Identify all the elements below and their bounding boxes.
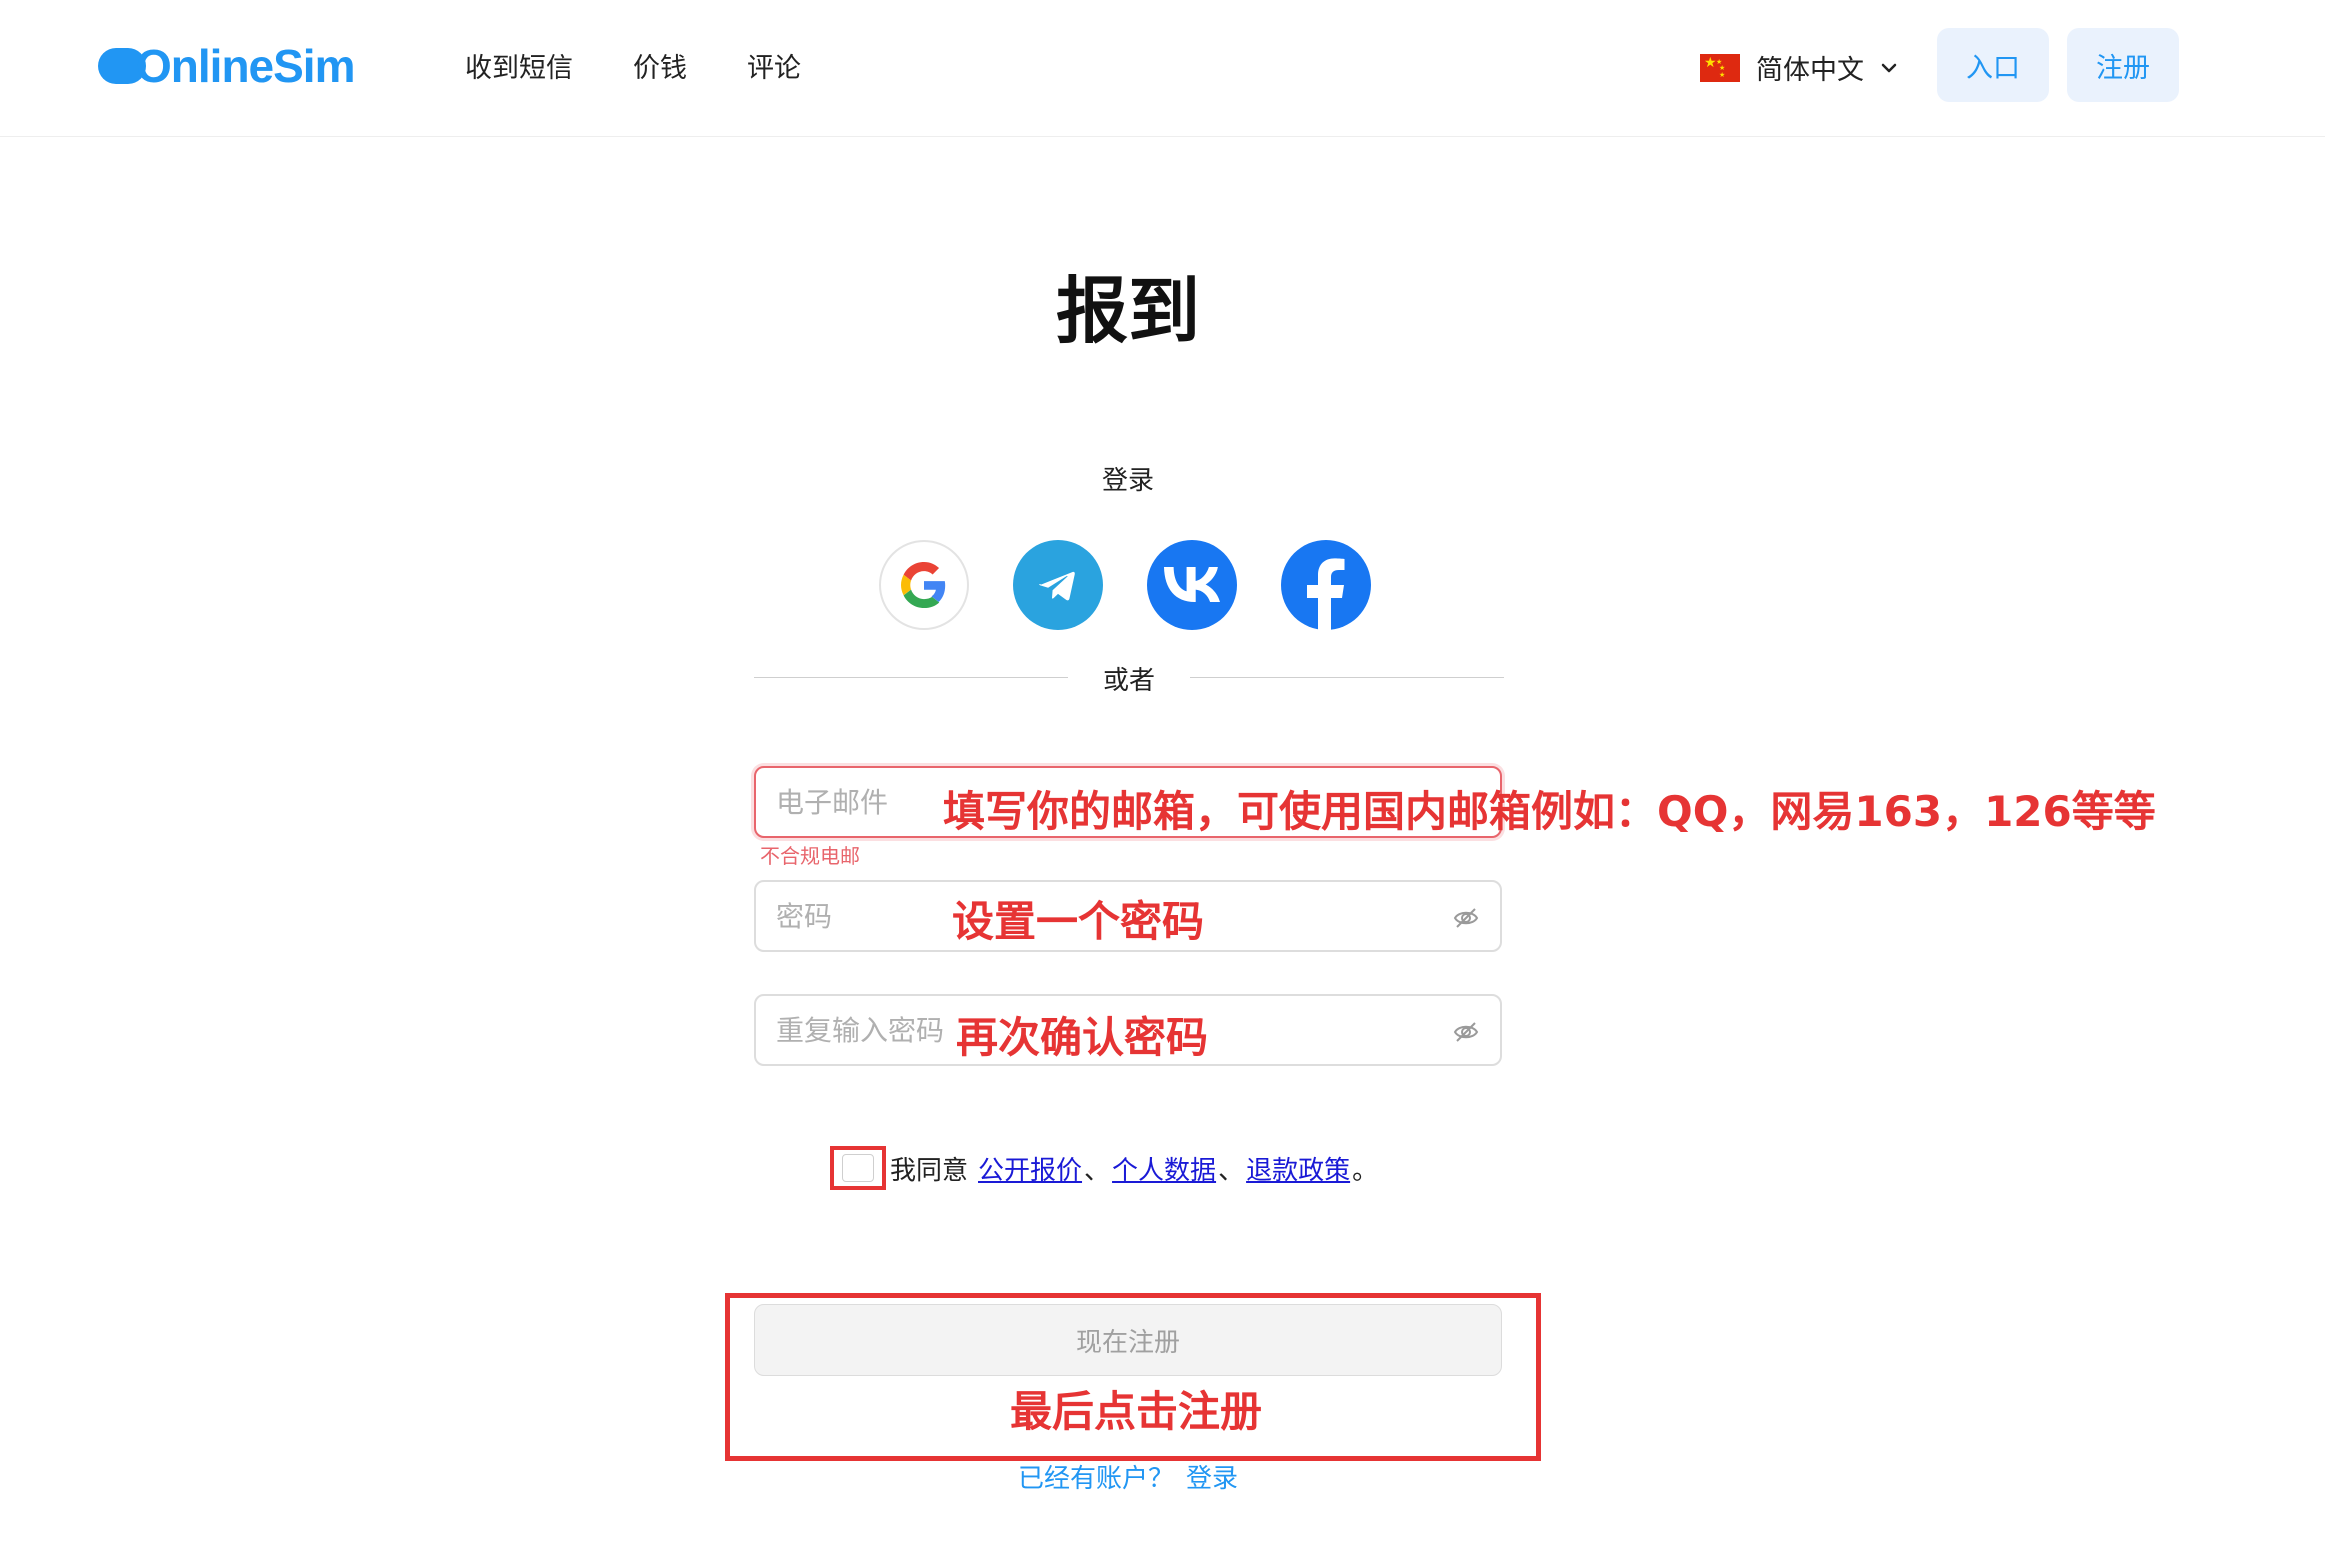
refund-policy-link[interactable]: 退款政策 — [1246, 1150, 1350, 1187]
nav-item-prices[interactable]: 价钱 — [633, 46, 687, 85]
register-now-button[interactable]: 现在注册 — [754, 1304, 1502, 1376]
vk-icon — [1164, 567, 1220, 602]
annotation-submit-note: 最后点击注册 — [1010, 1387, 1263, 1436]
have-account-row: 已经有账户？ 登录 — [0, 1458, 2256, 1495]
facebook-login-button[interactable] — [1281, 540, 1371, 630]
annotation-repeat-note: 再次确认密码 — [956, 1013, 1209, 1062]
google-icon — [901, 562, 946, 608]
nav-item-reviews[interactable]: 评论 — [747, 46, 801, 85]
divider-left — [754, 677, 1068, 678]
facebook-icon — [1307, 558, 1345, 630]
vk-login-button[interactable] — [1147, 540, 1237, 630]
telegram-login-button[interactable] — [1013, 540, 1103, 630]
login-link[interactable]: 登录 — [1186, 1464, 1238, 1494]
divider-right — [1190, 677, 1504, 678]
eye-off-icon[interactable] — [1452, 904, 1480, 932]
separator: 、 — [1084, 1155, 1111, 1186]
page: OnlineSim 收到短信 价钱 评论 ★ ★ ★ ★ 简体中文 入口 注册 … — [0, 0, 2325, 1563]
logo-text: OnlineSim — [136, 40, 355, 92]
checkbox-square — [842, 1154, 874, 1182]
china-flag-icon: ★ ★ ★ ★ — [1700, 53, 1740, 82]
language-label: 简体中文 — [1756, 55, 1864, 86]
have-account-text: 已经有账户？ — [1017, 1464, 1174, 1494]
login-button[interactable]: 入口 — [1937, 28, 2049, 102]
separator: 、 — [1218, 1155, 1245, 1186]
public-offer-link[interactable]: 公开报价 — [978, 1150, 1082, 1187]
personal-data-link[interactable]: 个人数据 — [1112, 1150, 1216, 1187]
telegram-icon — [1039, 571, 1075, 601]
top-header: OnlineSim 收到短信 价钱 评论 ★ ★ ★ ★ 简体中文 入口 注册 — [0, 0, 2325, 137]
language-selector[interactable]: ★ ★ ★ ★ 简体中文 — [1700, 48, 1898, 87]
or-label: 或者 — [1102, 666, 1155, 696]
logo[interactable]: OnlineSim — [98, 38, 355, 94]
eye-off-icon[interactable] — [1452, 1018, 1480, 1046]
social-login-row — [879, 540, 1371, 630]
email-error-text: 不合规电邮 — [760, 844, 860, 868]
chevron-down-icon — [1881, 63, 1897, 72]
agreement-row: 我同意 公开报价 、 个人数据 、 退款政策 。 — [830, 1144, 1378, 1192]
annotation-password-note: 设置一个密码 — [952, 897, 1205, 946]
agree-prefix: 我同意 — [890, 1155, 969, 1186]
annotation-email-note: 填写你的邮箱，可使用国内邮箱例如：QQ，网易163，126等等 — [943, 787, 2156, 836]
login-with-label: 登录 — [1101, 466, 1154, 496]
nav-item-receive-sms[interactable]: 收到短信 — [465, 46, 573, 85]
agree-checkbox[interactable] — [830, 1146, 886, 1190]
register-button[interactable]: 注册 — [2067, 28, 2179, 102]
agree-suffix: 。 — [1352, 1155, 1379, 1186]
google-login-button[interactable] — [879, 540, 969, 630]
page-title: 报到 — [1055, 269, 1200, 353]
main-nav: 收到短信 价钱 评论 — [465, 46, 801, 85]
